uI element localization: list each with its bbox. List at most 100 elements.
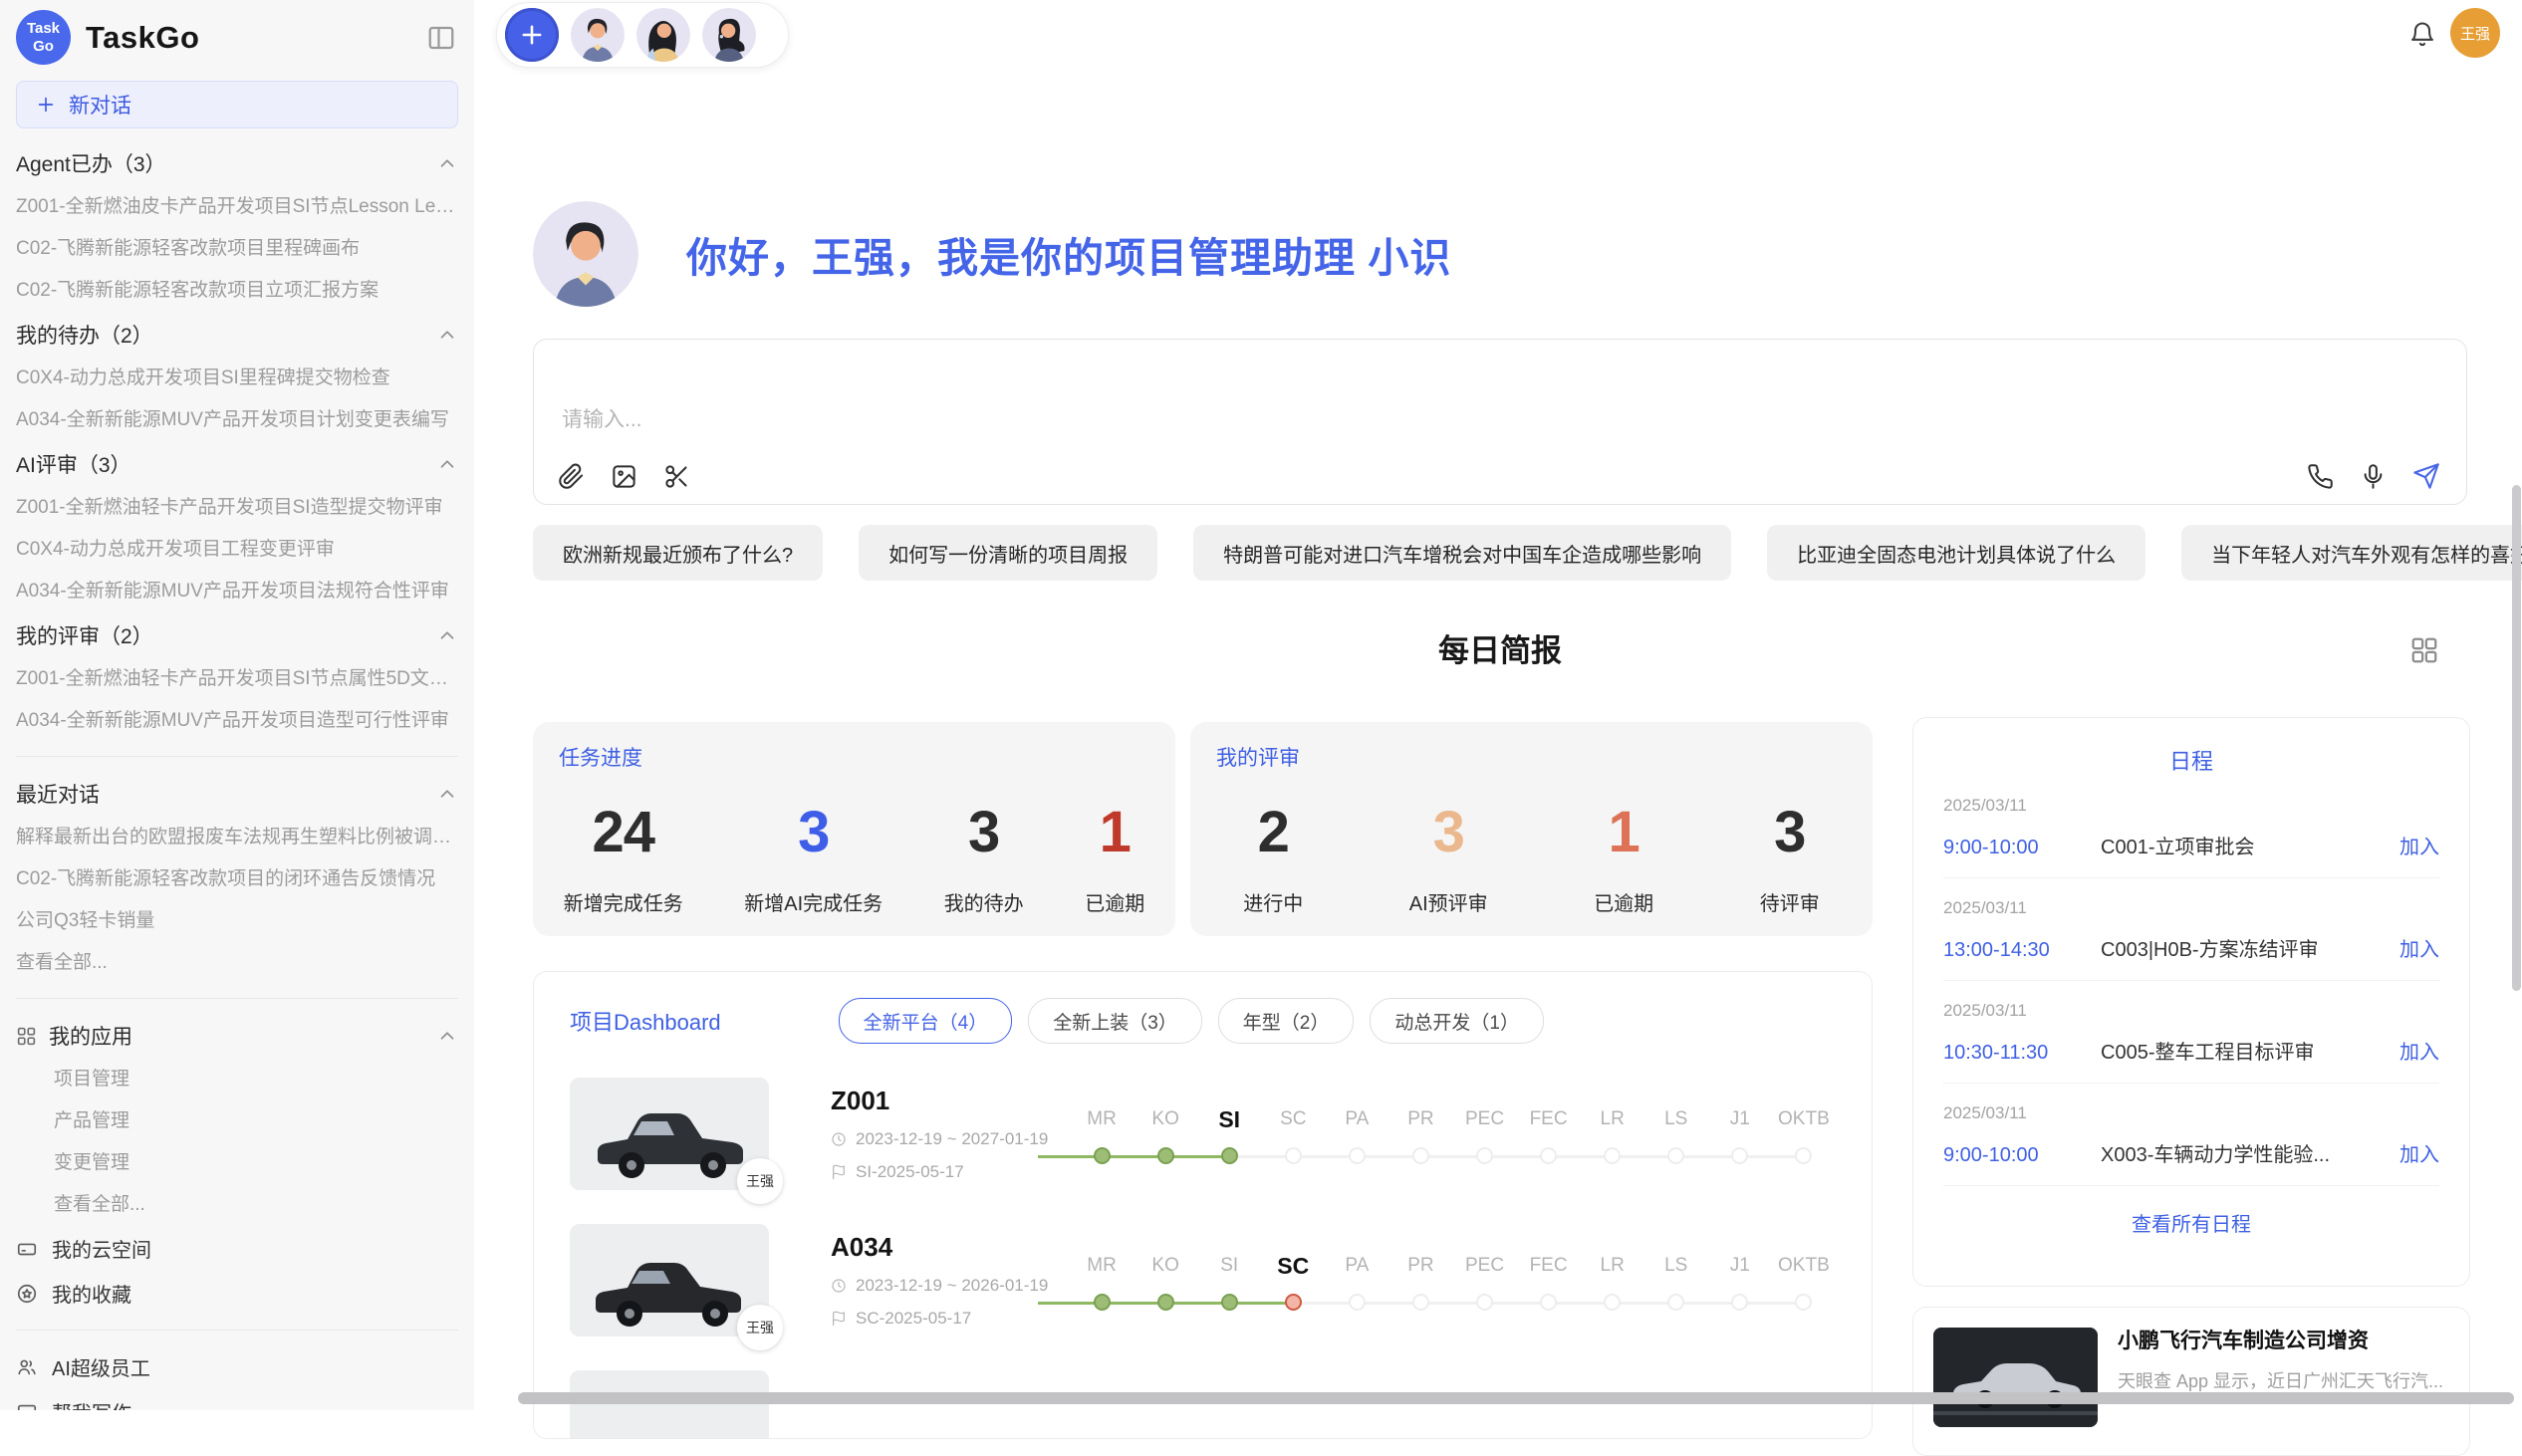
milestone-dot xyxy=(1476,1294,1493,1311)
project-dates: 2023-12-19 ~ 2027-01-19 xyxy=(831,1129,1062,1149)
sidebar-collapse-icon[interactable] xyxy=(426,23,456,53)
milestone-dot xyxy=(1412,1147,1429,1164)
milestone-label: PEC xyxy=(1452,1250,1516,1282)
project-photo: 王强 xyxy=(570,1078,769,1190)
section-header-recent[interactable]: 最近对话 xyxy=(16,771,458,817)
event-join-link[interactable]: 加入 xyxy=(2399,933,2439,962)
dashboard-tab[interactable]: 全新上装（3） xyxy=(1028,998,1202,1044)
briefing-header: 每日简报 xyxy=(533,629,2467,673)
sidebar-item-cloud-space[interactable]: 我的云空间 xyxy=(16,1226,458,1271)
vertical-scrollbar[interactable] xyxy=(2512,485,2521,991)
sidebar-conversation-item[interactable]: C0X4-动力总成开发项目工程变更评审 xyxy=(16,529,458,571)
suggestion-chip[interactable]: 当下年轻人对汽车外观有怎样的喜好趋势 xyxy=(2181,525,2522,581)
flag-icon xyxy=(831,1311,847,1327)
section-title: 我的待办（2） xyxy=(16,320,153,350)
dashboard-tab[interactable]: 动总开发（1） xyxy=(1370,998,1544,1044)
section-header-my-apps[interactable]: 我的应用 xyxy=(16,1013,458,1059)
attachment-icon[interactable] xyxy=(558,463,585,490)
news-card[interactable]: 小鹏飞行汽车制造公司增资 天眼查 App 显示，近日广州汇天飞行汽... xyxy=(1912,1307,2470,1456)
user-avatar[interactable]: 王强 xyxy=(2450,8,2500,58)
stat: 1 已逾期 xyxy=(1594,804,1653,916)
sidebar-conversation-item[interactable]: C02-飞腾新能源轻客改款项目立项汇报方案 xyxy=(16,270,458,312)
event-date: 2025/03/11 xyxy=(1943,1001,2439,1021)
flag-icon xyxy=(831,1164,847,1180)
app-item[interactable]: 项目管理 xyxy=(16,1059,458,1100)
send-icon[interactable] xyxy=(2412,462,2440,490)
phone-icon[interactable] xyxy=(2307,463,2334,490)
event-time: 13:00-14:30 xyxy=(1943,939,2101,962)
sidebar-conversation-item[interactable]: Z001-全新燃油皮卡产品开发项目SI节点Lesson Learn报告 xyxy=(16,186,458,228)
event-join-link[interactable]: 加入 xyxy=(2399,831,2439,859)
layout-grid-icon[interactable] xyxy=(2409,635,2439,665)
dashboard-header: 项目Dashboard 全新平台（4）全新上装（3）年型（2）动总开发（1） xyxy=(570,998,1836,1044)
app-item[interactable]: 变更管理 xyxy=(16,1142,458,1184)
app-item[interactable]: 产品管理 xyxy=(16,1100,458,1142)
dashboard-tab[interactable]: 全新平台（4） xyxy=(839,998,1013,1044)
milestone: OKTB xyxy=(1772,1103,1836,1164)
project-milestone-date: SI-2025-05-17 xyxy=(856,1162,964,1182)
milestone-dot xyxy=(1094,1294,1111,1311)
milestone-label: LR xyxy=(1581,1103,1644,1135)
suggestion-chip[interactable]: 特朗普可能对进口汽车增税会对中国车企造成哪些影响 xyxy=(1193,525,1731,581)
section-title: 我的评审（2） xyxy=(16,620,153,650)
agent-avatar-1[interactable] xyxy=(571,8,625,62)
stat-label: 新增AI完成任务 xyxy=(744,887,883,916)
new-chat-label: 新对话 xyxy=(69,90,131,120)
sidebar-conversation-item[interactable]: Z001-全新燃油轻卡产品开发项目SI造型提交物评审 xyxy=(16,487,458,529)
add-agent-button[interactable] xyxy=(505,8,559,62)
section-header-my-todo[interactable]: 我的待办（2） xyxy=(16,312,458,358)
app-item[interactable]: 查看全部... xyxy=(16,1184,458,1226)
project-photo: 王强 xyxy=(570,1224,769,1336)
recent-conversation-item[interactable]: 公司Q3轻卡销量 xyxy=(16,900,458,942)
recent-conversation-item[interactable]: 查看全部... xyxy=(16,942,458,984)
milestone-label: OKTB xyxy=(1772,1250,1836,1282)
scissors-icon[interactable] xyxy=(663,463,690,490)
image-upload-icon[interactable] xyxy=(611,463,637,490)
milestone-dot xyxy=(1540,1294,1557,1311)
message-input[interactable] xyxy=(534,340,2466,504)
sidebar-item-ai-staff[interactable]: AI超级员工 xyxy=(16,1344,458,1389)
event-join-link[interactable]: 加入 xyxy=(2399,1138,2439,1167)
project-row[interactable]: 王强 Z001 2023-12-19 ~ 2027-01-19 SI-2025-… xyxy=(570,1078,1836,1190)
event-join-link[interactable]: 加入 xyxy=(2399,1036,2439,1065)
suggestion-chip[interactable]: 比亚迪全固态电池计划具体说了什么 xyxy=(1767,525,2145,581)
recent-conversation-item[interactable]: C02-飞腾新能源轻客改款项目的闭环通告反馈情况 xyxy=(16,858,458,900)
agent-avatar-2[interactable] xyxy=(636,8,690,62)
section-header-ai-review[interactable]: AI评审（3） xyxy=(16,441,458,487)
section-header-my-review[interactable]: 我的评审（2） xyxy=(16,612,458,658)
sidebar-header: Task Go TaskGo xyxy=(0,0,474,69)
milestone-label: J1 xyxy=(1708,1250,1772,1282)
new-chat-button[interactable]: 新对话 xyxy=(16,81,458,128)
horizontal-scrollbar[interactable] xyxy=(518,1392,2514,1404)
milestone-strip: MR KO SI SC PA xyxy=(1070,1250,1836,1311)
greeting-text: 你好，王强，我是你的项目管理助理 小识 xyxy=(686,224,1451,284)
sidebar-conversation-item[interactable]: A034-全新新能源MUV产品开发项目计划变更表编写 xyxy=(16,399,458,441)
project-row[interactable]: 王强 A034 2023-12-19 ~ 2026-01-19 SC-2025-… xyxy=(570,1224,1836,1336)
sidebar-item-help-write[interactable]: 帮我写作 xyxy=(16,1389,458,1410)
my-review-card: 我的评审 2 进行中 3 AI预评审 1 已逾期 3 待评审 xyxy=(1190,722,1873,936)
sidebar-item-favorites[interactable]: 我的收藏 xyxy=(16,1271,458,1316)
sidebar-conversation-item[interactable]: A034-全新新能源MUV产品开发项目造型可行性评审 xyxy=(16,700,458,742)
project-info: A034 2023-12-19 ~ 2026-01-19 SC-2025-05-… xyxy=(831,1232,1062,1329)
project-dashboard-card: 项目Dashboard 全新平台（4）全新上装（3）年型（2）动总开发（1） 王… xyxy=(533,971,1873,1439)
plus-icon xyxy=(35,94,57,116)
recent-conversation-item[interactable]: 解释最新出台的欧盟报废车法规再生塑料比例被调至15%... xyxy=(16,817,458,858)
project-milestone-date: SC-2025-05-17 xyxy=(856,1309,971,1329)
suggestion-chip[interactable]: 欧洲新规最近颁布了什么? xyxy=(533,525,823,581)
event-date: 2025/03/11 xyxy=(1943,1103,2439,1123)
sidebar-conversation-item[interactable]: C0X4-动力总成开发项目SI里程碑提交物检查 xyxy=(16,358,458,399)
sidebar-conversation-item[interactable]: Z001-全新燃油轻卡产品开发项目SI节点属性5D文件评审 xyxy=(16,658,458,700)
sidebar-conversation-item[interactable]: C02-飞腾新能源轻客改款项目里程碑画布 xyxy=(16,228,458,270)
event-title: X003-车辆动力学性能验... xyxy=(2101,1138,2384,1167)
notification-bell-icon[interactable] xyxy=(2408,20,2436,48)
section-header-agent-done[interactable]: Agent已办（3） xyxy=(16,140,458,186)
dashboard-tab[interactable]: 年型（2） xyxy=(1218,998,1355,1044)
view-all-schedule-link[interactable]: 查看所有日程 xyxy=(1943,1208,2439,1237)
stat-label: 已逾期 xyxy=(1594,887,1653,916)
agent-avatar-3[interactable] xyxy=(702,8,756,62)
suggestion-chip[interactable]: 如何写一份清晰的项目周报 xyxy=(859,525,1157,581)
milestone-label: PR xyxy=(1388,1103,1452,1135)
recent-list: 解释最新出台的欧盟报废车法规再生塑料比例被调至15%...C02-飞腾新能源轻客… xyxy=(16,817,458,984)
sidebar-conversation-item[interactable]: A034-全新新能源MUV产品开发项目法规符合性评审 xyxy=(16,571,458,612)
microphone-icon[interactable] xyxy=(2360,463,2387,490)
